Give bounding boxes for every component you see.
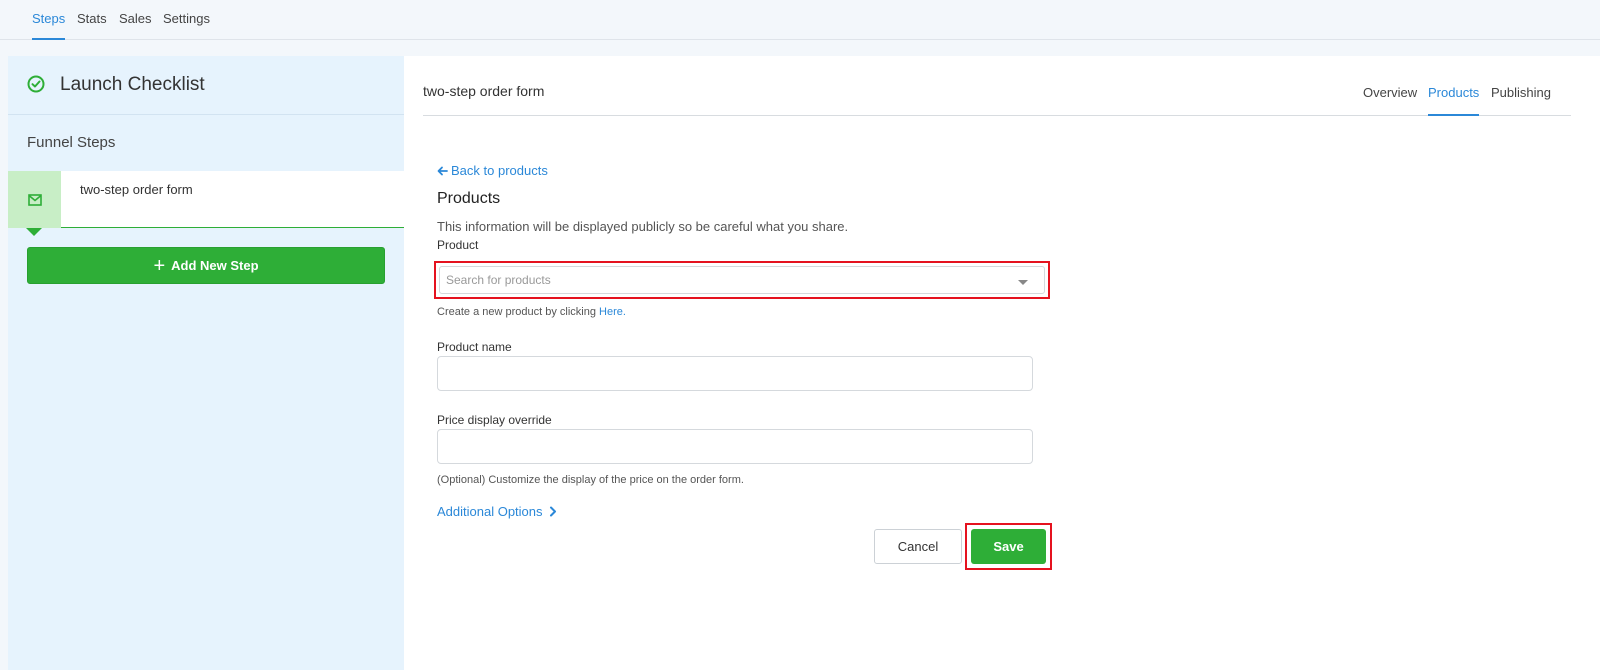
check-circle-icon xyxy=(27,75,45,93)
tab-steps[interactable]: Steps xyxy=(32,11,66,40)
main-header: two-step order form Overview Products Pu… xyxy=(423,56,1571,116)
section-title: Products xyxy=(437,190,501,207)
tab-stats[interactable]: Stats xyxy=(77,11,107,40)
envelope-icon xyxy=(27,193,42,206)
funnel-step-item[interactable]: two-step order form xyxy=(8,171,404,236)
launch-checklist-header[interactable]: Launch Checklist xyxy=(8,56,404,115)
product-select-highlight: Search for products xyxy=(434,261,1050,299)
price-override-input[interactable] xyxy=(437,429,1033,464)
back-link-label: Back to products xyxy=(451,163,548,178)
tab-products[interactable]: Products xyxy=(1428,85,1480,116)
step-label: two-step order form xyxy=(80,182,193,197)
step-icon-box xyxy=(8,171,61,228)
page-title: two-step order form xyxy=(423,83,545,99)
cancel-button[interactable]: Cancel xyxy=(874,529,962,564)
price-help-text: (Optional) Customize the display of the … xyxy=(437,474,744,486)
product-search-placeholder: Search for products xyxy=(446,273,551,287)
save-button-highlight: Save xyxy=(965,523,1052,570)
add-new-step-label: Add New Step xyxy=(171,258,259,273)
save-button[interactable]: Save xyxy=(971,529,1046,564)
additional-options-label: Additional Options xyxy=(437,504,543,519)
price-override-label: Price display override xyxy=(437,413,552,427)
tab-publishing[interactable]: Publishing xyxy=(1491,85,1551,116)
product-search-select[interactable]: Search for products xyxy=(439,266,1045,294)
additional-options-link[interactable]: Additional Options xyxy=(437,504,557,519)
product-name-input[interactable] xyxy=(437,356,1033,391)
active-step-pointer xyxy=(26,228,42,236)
back-to-products-link[interactable]: Back to products xyxy=(437,163,548,178)
funnel-steps-label: Funnel Steps xyxy=(27,134,116,151)
create-product-help: Create a new product by clicking Here. xyxy=(437,306,626,318)
plus-icon: + xyxy=(153,254,166,277)
add-new-step-button[interactable]: + Add New Step xyxy=(27,247,385,284)
sidebar: Launch Checklist Funnel Steps two-step o… xyxy=(8,56,404,670)
main-panel: two-step order form Overview Products Pu… xyxy=(404,56,1600,670)
tab-settings[interactable]: Settings xyxy=(163,11,210,40)
caret-down-icon xyxy=(1018,280,1028,285)
create-help-text: Create a new product by clicking xyxy=(437,306,600,318)
tab-sales[interactable]: Sales xyxy=(119,11,152,40)
product-name-label: Product name xyxy=(437,340,512,354)
chevron-right-icon xyxy=(550,506,557,517)
sidebar-title: Launch Checklist xyxy=(60,74,205,95)
product-label: Product xyxy=(437,238,479,252)
top-nav: Steps Stats Sales Settings xyxy=(0,0,1600,40)
tab-overview[interactable]: Overview xyxy=(1363,85,1417,116)
section-description: This information will be displayed publi… xyxy=(437,219,849,234)
create-product-here-link[interactable]: Here. xyxy=(599,306,626,318)
arrow-left-icon xyxy=(437,166,448,175)
